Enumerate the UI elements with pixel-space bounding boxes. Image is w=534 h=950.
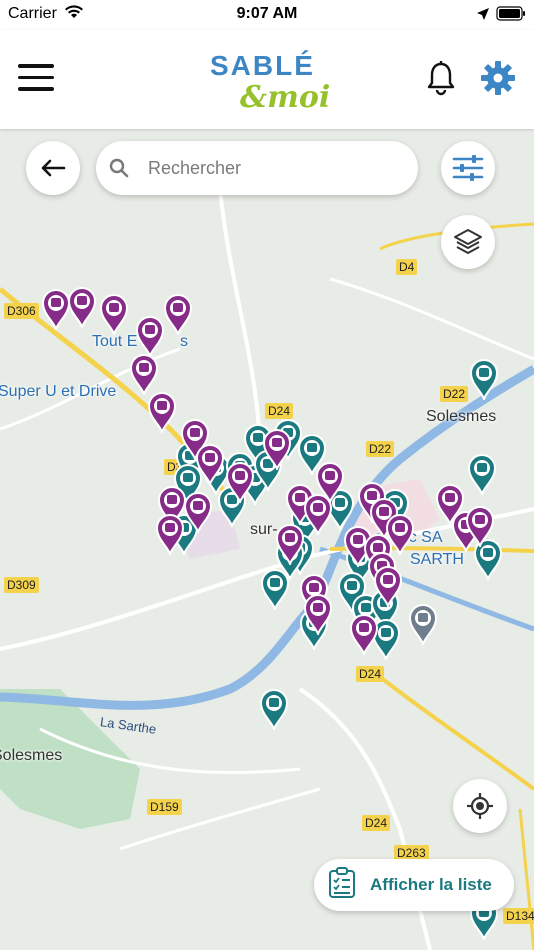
bus-stop-pin[interactable] <box>275 523 305 565</box>
location-pin[interactable] <box>408 603 438 645</box>
logo-text-bottom: &moi <box>240 80 331 115</box>
map-view[interactable]: D306 D30 D24 D22 D4 D22 D309 D24 D159 D2… <box>0 129 534 950</box>
bus-stop-pin[interactable] <box>303 493 333 535</box>
search-bar[interactable] <box>96 141 418 195</box>
clock: 9:07 AM <box>236 5 298 22</box>
back-button[interactable] <box>26 141 80 195</box>
search-input[interactable] <box>148 155 398 181</box>
bus-stop-pin[interactable] <box>373 565 403 607</box>
road-label: D309 <box>4 577 39 593</box>
place-label: Tout E <box>92 333 138 350</box>
bus-stop-pin[interactable] <box>163 293 193 335</box>
bell-icon[interactable] <box>424 60 458 101</box>
road-label: D134 <box>503 908 534 924</box>
place-label: Solesmes <box>0 747 63 764</box>
place-label: s <box>180 333 188 350</box>
sliders-icon <box>452 155 484 181</box>
road-label: D22 <box>366 441 395 457</box>
bus-stop-pin[interactable] <box>465 505 495 547</box>
road-label: D24 <box>265 403 294 419</box>
bus-stop-pin[interactable] <box>195 443 225 485</box>
arrow-left-icon <box>41 159 66 177</box>
road-label: D306 <box>4 303 39 319</box>
battery-icon <box>496 6 526 27</box>
show-list-button[interactable]: Afficher la liste <box>314 859 514 911</box>
road-label: D22 <box>440 386 469 402</box>
bus-stop-pin[interactable] <box>262 428 292 470</box>
bus-stop-pin[interactable] <box>99 293 129 335</box>
hamburger-icon[interactable] <box>18 64 54 92</box>
filter-button[interactable] <box>441 141 495 195</box>
road-label: D159 <box>147 799 182 815</box>
app-logo: SABLÉ &moi <box>200 50 340 115</box>
location-arrow-icon <box>476 7 490 26</box>
checklist-icon <box>328 866 356 904</box>
place-label: SARTH <box>410 551 464 568</box>
place-label: sur- <box>250 521 278 538</box>
place-label: Solesmes <box>426 408 497 425</box>
search-icon <box>108 157 130 184</box>
bus-stop-pin[interactable] <box>183 491 213 533</box>
layers-icon <box>454 229 482 254</box>
show-list-label: Afficher la liste <box>370 875 492 894</box>
app-header: SABLÉ &moi <box>0 30 534 129</box>
road-label: D4 <box>396 259 418 275</box>
bus-stop-pin[interactable] <box>135 315 165 357</box>
gear-icon[interactable] <box>480 60 516 101</box>
bus-stop-pin[interactable] <box>155 513 185 555</box>
place-label: Super U et Drive <box>0 383 117 400</box>
bus-stop-pin[interactable] <box>303 593 333 635</box>
status-bar: Carrier 9:07 AM <box>0 0 534 30</box>
bus-stop-pin[interactable] <box>67 286 97 328</box>
bus-stop-pin[interactable] <box>349 613 379 655</box>
place-pin[interactable] <box>259 688 289 730</box>
place-pin[interactable] <box>260 568 290 610</box>
place-pin[interactable] <box>469 358 499 400</box>
bus-stop-pin[interactable] <box>147 391 177 433</box>
crosshair-icon <box>467 793 493 819</box>
road-label: D24 <box>356 666 385 682</box>
place-pin[interactable] <box>467 453 497 495</box>
road-label: D24 <box>362 815 391 831</box>
bus-stop-pin[interactable] <box>129 353 159 395</box>
layers-button[interactable] <box>441 215 495 269</box>
bus-stop-pin[interactable] <box>225 461 255 503</box>
locate-button[interactable] <box>453 779 507 833</box>
logo-text-top: SABLÉ <box>210 50 315 81</box>
